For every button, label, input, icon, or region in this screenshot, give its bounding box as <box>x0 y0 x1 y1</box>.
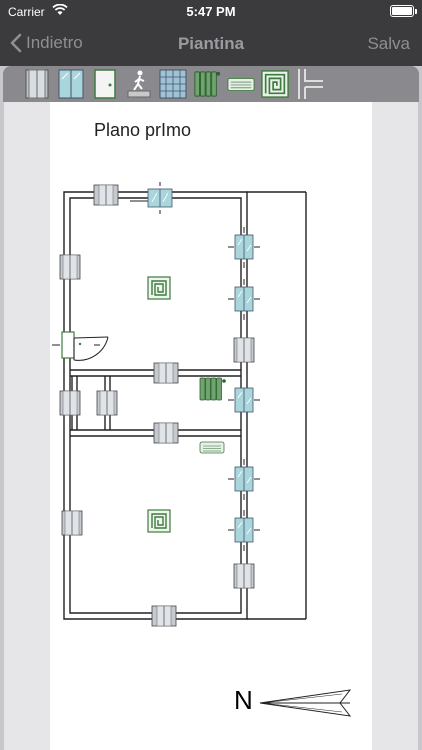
page-title: Piantina <box>177 34 245 53</box>
window-right-4 <box>234 466 254 492</box>
tool-window[interactable] <box>57 68 85 100</box>
battery-icon <box>390 5 417 17</box>
panel-mid-1 <box>153 362 179 384</box>
tool-door-panel[interactable] <box>23 68 51 100</box>
tool-floor-heating[interactable] <box>261 68 289 100</box>
radiator-icon <box>194 71 221 97</box>
clock: 5:47 PM <box>186 4 236 19</box>
pipe-icon <box>298 69 323 99</box>
floor-heating-2 <box>147 509 171 533</box>
save-button[interactable]: Salva <box>367 34 410 54</box>
tool-pipe[interactable] <box>295 68 323 100</box>
ac-unit-icon <box>227 77 255 91</box>
radiator <box>199 377 226 401</box>
floor-heating-icon <box>261 70 289 98</box>
window-right-2 <box>234 286 254 312</box>
panel-mid-2 <box>153 422 179 444</box>
floor-plan[interactable] <box>50 102 372 750</box>
panel-left-4 <box>61 510 83 536</box>
navigation-bar: Indietro Piantina Salva <box>0 24 422 66</box>
panel-right-2 <box>233 563 255 589</box>
panel-grid-icon <box>159 69 187 99</box>
panel-left-3 <box>96 390 118 416</box>
window-top <box>147 188 173 208</box>
floor-heating-1 <box>147 276 171 300</box>
stairs-icon <box>127 70 151 98</box>
window-right-3 <box>234 387 254 413</box>
panel-top-left <box>93 184 119 206</box>
tool-door[interactable] <box>91 68 119 100</box>
door-icon <box>94 69 116 99</box>
tool-ac-unit[interactable] <box>227 68 255 100</box>
ac-unit <box>199 441 225 454</box>
panel-right-1 <box>233 337 255 363</box>
drawing-canvas[interactable]: Plano prImo N <box>4 102 418 750</box>
plan-sheet: Plano prImo N <box>50 102 372 750</box>
window-right-5 <box>234 517 254 543</box>
panel-bottom <box>151 605 177 627</box>
north-label: N <box>234 685 253 715</box>
north-arrow-icon <box>259 689 352 717</box>
tool-radiator[interactable] <box>193 68 221 100</box>
element-toolbar <box>3 66 419 102</box>
panel-left-2 <box>59 390 81 416</box>
window-icon <box>58 69 84 99</box>
tool-stairs[interactable] <box>125 68 153 100</box>
tool-panel-grid[interactable] <box>159 68 187 100</box>
window-right-1 <box>234 234 254 260</box>
entrance-door <box>52 331 109 361</box>
panel-left-1 <box>59 254 81 280</box>
status-bar: Carrier 5:47 PM <box>0 0 422 24</box>
door-panel-icon <box>25 69 49 99</box>
